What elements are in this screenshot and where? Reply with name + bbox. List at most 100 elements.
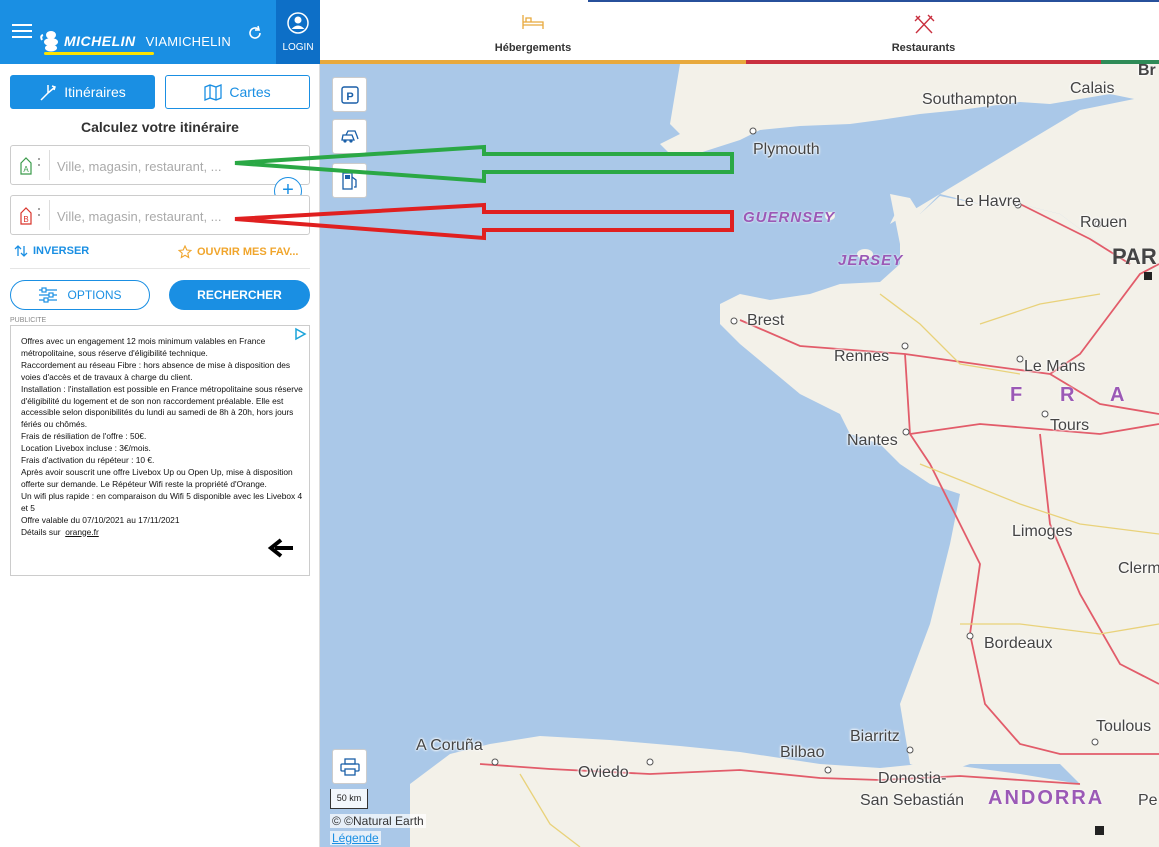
- city-label[interactable]: Le Havre: [956, 193, 1021, 211]
- city-label[interactable]: Nantes: [847, 432, 898, 450]
- back-arrow-icon[interactable]: [267, 536, 295, 560]
- ad-line: Après avoir souscrit une offre Livebox U…: [21, 466, 293, 489]
- refresh-icon[interactable]: [246, 24, 264, 42]
- pin-a-icon: A: [20, 157, 32, 175]
- legend-link[interactable]: Légende: [330, 831, 381, 845]
- sub-brand-name: VIAMICHELIN: [145, 33, 231, 49]
- favorites-label: OUVRIR MES FAV...: [197, 246, 299, 258]
- viamichelin-app: { "header": { "brand": "MICHELIN", "sub_…: [0, 0, 1159, 847]
- tab-itineraries[interactable]: Itinéraires: [10, 75, 155, 109]
- login-label: LOGIN: [282, 42, 314, 53]
- map-icon: [204, 84, 223, 101]
- print-button[interactable]: [332, 749, 367, 784]
- ad-line: Un wifi plus rapide : en comparaison du …: [21, 490, 303, 513]
- swap-arrows-icon: [14, 245, 28, 257]
- tab-hotels-label: Hébergements: [494, 42, 572, 54]
- advertisement[interactable]: Offres avec un engagement 12 mois minimu…: [10, 325, 310, 576]
- traffic-button[interactable]: [332, 119, 367, 154]
- city-label[interactable]: A Coruña: [416, 737, 483, 755]
- ad-details-link[interactable]: orange.fr: [65, 527, 99, 537]
- paris-marker: [1144, 272, 1152, 280]
- city-label[interactable]: Br: [1138, 64, 1156, 80]
- michelin-logo[interactable]: MICHELIN VIAMICHELIN: [40, 30, 231, 52]
- map-graphic: [410, 64, 1159, 847]
- city-label[interactable]: Southampton: [922, 91, 1017, 109]
- ad-details-prefix: Détails sur: [21, 526, 61, 537]
- login-button[interactable]: LOGIN: [276, 0, 320, 64]
- field-separator: [49, 150, 50, 180]
- city-label[interactable]: Calais: [1070, 80, 1114, 98]
- departure-input[interactable]: [57, 154, 297, 178]
- tab-restaurants[interactable]: Restaurants: [746, 0, 1101, 64]
- city-label[interactable]: Rouen: [1080, 214, 1127, 232]
- ad-line: Raccordement au réseau Fibre : hors abse…: [21, 359, 291, 382]
- search-button[interactable]: RECHERCHER: [169, 280, 310, 310]
- city-label[interactable]: Rennes: [834, 348, 889, 366]
- tab-hotels[interactable]: Hébergements: [320, 0, 746, 64]
- city-label[interactable]: Limoges: [1012, 523, 1072, 541]
- ad-line: Offres avec un engagement 12 mois minimu…: [21, 336, 266, 358]
- ad-line: Location Livebox incluse : 3€/mois.: [21, 443, 151, 454]
- options-button[interactable]: OPTIONS: [10, 280, 150, 310]
- svg-text:P: P: [346, 91, 353, 103]
- paris-label[interactable]: PAR: [1112, 244, 1157, 270]
- tab-restaurants-label: Restaurants: [891, 42, 956, 54]
- country-letter: R: [1060, 384, 1077, 406]
- sidebar: MICHELIN VIAMICHELIN LOGIN Itinéraires C…: [0, 0, 320, 847]
- invert-button[interactable]: INVERSER: [14, 245, 89, 257]
- map-view[interactable]: Southampton Calais Plymouth Le Havre Rou…: [320, 64, 1159, 847]
- parking-icon: P: [340, 85, 359, 104]
- ad-line: Frais de résiliation de l'offre : 50€.: [21, 431, 147, 442]
- star-icon: [178, 245, 192, 259]
- fuel-button[interactable]: [332, 163, 367, 198]
- brand-underline: [44, 52, 154, 55]
- island-label-guernsey: GUERNSEY: [743, 209, 836, 226]
- city-label[interactable]: Le Mans: [1024, 358, 1085, 376]
- parking-button[interactable]: P: [332, 77, 367, 112]
- city-label[interactable]: San Sebastián: [860, 792, 964, 810]
- bed-icon: [522, 15, 544, 29]
- category-tabs: Hébergements Restaurants: [320, 0, 1159, 64]
- scale-bar: 50 km: [330, 789, 368, 809]
- pin-b-letter: B: [23, 215, 28, 224]
- tab-maps[interactable]: Cartes: [165, 75, 310, 109]
- arrival-field[interactable]: B: [10, 195, 310, 235]
- city-label[interactable]: Toulous: [1096, 718, 1151, 736]
- ad-line: Frais d'activation du répéteur : 10 €.: [21, 455, 155, 466]
- pin-a-letter: A: [23, 165, 29, 174]
- city-label[interactable]: Clerm: [1118, 560, 1159, 578]
- city-label[interactable]: Pe: [1138, 792, 1158, 810]
- tab-itineraries-label: Itinéraires: [64, 84, 126, 100]
- menu-icon[interactable]: [12, 24, 32, 38]
- invert-label: INVERSER: [33, 245, 90, 257]
- city-label[interactable]: Oviedo: [578, 764, 629, 782]
- top-strip: [588, 0, 1159, 2]
- city-label[interactable]: Tours: [1050, 417, 1089, 435]
- favorites-button[interactable]: OUVRIR MES FAV...: [178, 245, 298, 259]
- header-bar: MICHELIN VIAMICHELIN LOGIN: [0, 0, 320, 64]
- island-label-jersey: JERSEY: [838, 252, 904, 269]
- map-attribution: © ©Natural Earth: [330, 814, 426, 828]
- city-label[interactable]: Donostia-: [878, 770, 946, 788]
- city-label[interactable]: Brest: [747, 312, 784, 330]
- pin-b-icon: B: [20, 207, 32, 225]
- drag-handle-icon[interactable]: [38, 158, 41, 172]
- fuel-pump-icon: [341, 171, 357, 190]
- user-icon: [287, 12, 309, 34]
- city-label[interactable]: Plymouth: [753, 141, 820, 159]
- ad-text: Offres avec un engagement 12 mois minimu…: [21, 336, 306, 538]
- country-letter: F: [1010, 384, 1025, 406]
- city-label[interactable]: Bordeaux: [984, 635, 1053, 653]
- ad-line: Offre valable du 07/10/2021 au 17/11/202…: [21, 514, 180, 525]
- city-label[interactable]: Biarritz: [850, 728, 900, 746]
- brand-name: MICHELIN: [64, 33, 136, 49]
- bibendum-icon: [40, 31, 58, 52]
- city-label[interactable]: Bilbao: [780, 744, 824, 762]
- cars-icon: [340, 129, 359, 143]
- departure-field[interactable]: A: [10, 145, 310, 185]
- andorra-marker: [1095, 826, 1104, 835]
- drag-handle-icon[interactable]: [38, 208, 41, 222]
- printer-icon: [339, 757, 360, 776]
- arrival-input[interactable]: [57, 204, 297, 228]
- options-label: OPTIONS: [67, 288, 122, 302]
